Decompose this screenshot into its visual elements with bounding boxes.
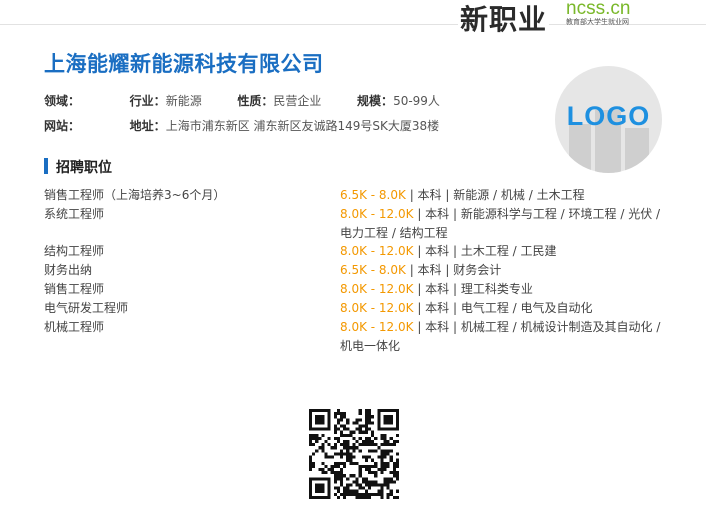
job-detail: 8.0K - 12.0K | 本科 | 理工科类专业 xyxy=(340,280,670,299)
job-salary: 8.0K - 12.0K xyxy=(340,301,414,315)
job-detail: 8.0K - 12.0K | 本科 | 新能源科学与工程 / 环境工程 / 光伏… xyxy=(340,205,670,243)
job-title[interactable]: 系统工程师 xyxy=(44,205,334,224)
domain-label: 领域： xyxy=(44,94,81,108)
job-detail: 6.5K - 8.0K | 本科 | 新能源 / 机械 / 土木工程 xyxy=(340,186,670,205)
job-title[interactable]: 销售工程师（上海培养3~6个月） xyxy=(44,186,334,205)
job-detail: 8.0K - 12.0K | 本科 | 电气工程 / 电气及自动化 xyxy=(340,299,670,318)
logo-building-shape xyxy=(625,128,649,173)
industry-value: 新能源 xyxy=(165,94,202,108)
size-value: 50-99人 xyxy=(393,94,440,108)
job-requirements: | 本科 | 电气工程 / 电气及自动化 xyxy=(413,301,593,315)
job-salary: 8.0K - 12.0K xyxy=(340,207,414,221)
job-detail: 8.0K - 12.0K | 本科 | 机械工程 / 机械设计制造及其自动化 /… xyxy=(340,318,670,356)
company-name: 上海能耀新能源科技有限公司 xyxy=(44,52,324,76)
site-brand[interactable]: 新职业 ncss.cn 教育部大学生就业网 xyxy=(458,0,668,38)
qr-code-icon[interactable] xyxy=(309,409,399,499)
company-info-row-1: 领域： 行业：新能源 性质：民营企业 规模：50-99人 xyxy=(44,92,440,109)
job-detail: 6.5K - 8.0K | 本科 | 财务会计 xyxy=(340,261,670,280)
job-requirements: | 本科 | 新能源 / 机械 / 土木工程 xyxy=(405,188,585,202)
nature-label: 性质： xyxy=(237,94,274,108)
job-title[interactable]: 电气研发工程师 xyxy=(44,299,334,318)
address-label: 地址： xyxy=(129,119,166,133)
job-title[interactable]: 机械工程师 xyxy=(44,318,334,337)
job-title[interactable]: 销售工程师 xyxy=(44,280,334,299)
website-label: 网站： xyxy=(44,119,81,133)
job-salary: 8.0K - 12.0K xyxy=(340,244,414,258)
job-detail: 8.0K - 12.0K | 本科 | 土木工程 / 工民建 xyxy=(340,242,670,261)
job-salary: 8.0K - 12.0K xyxy=(340,320,414,334)
section-title: 招聘职位 xyxy=(56,160,112,176)
logo-placeholder-text: LOGO xyxy=(566,101,651,131)
job-salary: 6.5K - 8.0K xyxy=(340,263,406,277)
company-logo: LOGO xyxy=(555,66,662,173)
industry-label: 行业： xyxy=(129,94,166,108)
job-salary: 8.0K - 12.0K xyxy=(340,282,414,296)
job-title[interactable]: 结构工程师 xyxy=(44,242,334,261)
brand-subtitle: 教育部大学生就业网 xyxy=(566,18,629,26)
job-requirements: | 本科 | 土木工程 / 工民建 xyxy=(413,244,557,258)
job-title[interactable]: 财务出纳 xyxy=(44,261,334,280)
job-salary: 6.5K - 8.0K xyxy=(340,188,406,202)
address-value: 上海市浦东新区 浦东新区友诚路149号SK大厦38楼 xyxy=(165,119,440,133)
brand-script-logo: 新职业 xyxy=(458,0,550,38)
job-requirements: | 本科 | 理工科类专业 xyxy=(413,282,533,296)
size-label: 规模： xyxy=(357,94,394,108)
company-info-row-2: 网站： 地址：上海市浦东新区 浦东新区友诚路149号SK大厦38楼 xyxy=(44,117,439,134)
job-requirements: | 本科 | 财务会计 xyxy=(405,263,502,277)
section-accent-bar xyxy=(44,158,48,174)
nature-value: 民营企业 xyxy=(273,94,322,108)
